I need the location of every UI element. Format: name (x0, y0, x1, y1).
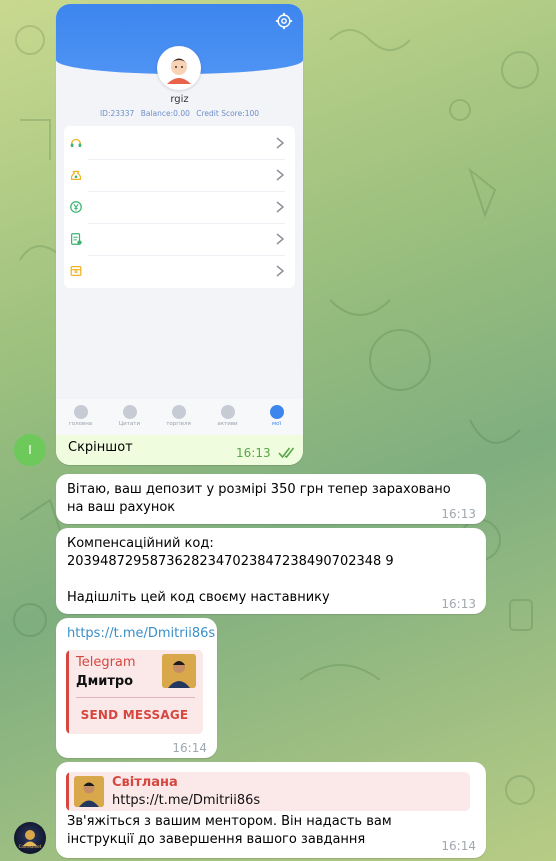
message-text-line: Надішліть цей код своєму наставнику (67, 590, 330, 605)
compensation-code[interactable]: 20394872958736282347023847238490702348 9 (67, 553, 394, 571)
quote-accent-bar (66, 772, 69, 811)
screenshot-caption: Скріншот (68, 440, 133, 455)
home-icon (73, 405, 88, 419)
headset-icon (70, 138, 82, 147)
yuan-coin-icon (70, 201, 82, 213)
tab-mine[interactable]: мої (252, 399, 301, 435)
message-time: 16:14 (441, 839, 476, 853)
quote-thumbnail (74, 776, 104, 807)
profile-balance: Balance:0.00 (140, 109, 190, 118)
chevron-right-icon (276, 201, 285, 213)
preview-thumbnail (162, 654, 196, 688)
chevron-right-icon (276, 233, 285, 245)
user-avatar-icon (159, 48, 199, 88)
link-preview[interactable]: Telegram Дмитро SEND MESSAGE (66, 650, 203, 734)
profile-avatar (157, 46, 201, 90)
preview-title: Дмитро (76, 674, 134, 689)
profile-username: rgiz (170, 94, 189, 105)
tab-assets[interactable]: активи (203, 399, 252, 435)
incoming-message[interactable]: https://t.me/Dmitrii86s Telegram Дмитро … (56, 618, 217, 758)
message-time: 16:14 (172, 741, 207, 755)
incoming-message[interactable]: Вітаю, ваш депозит у розмірі 350 грн теп… (56, 474, 486, 524)
tab-trade[interactable]: торгівля (154, 399, 203, 435)
menu-item-withdraw[interactable] (64, 192, 295, 224)
send-message-button[interactable]: SEND MESSAGE (66, 706, 203, 724)
screenshot-message[interactable]: rgiz ID:23337 Balance:0.00 Credit Score:… (56, 4, 303, 465)
chevron-right-icon (276, 169, 285, 181)
message-time: 16:13 (441, 507, 476, 521)
trade-icon (171, 405, 186, 419)
chevron-right-icon (276, 137, 285, 149)
person-photo-icon (162, 654, 196, 688)
moneybag-icon (70, 170, 82, 180)
reply-quote[interactable]: Світлана https://t.me/Dmitrii86s (66, 772, 470, 811)
settings-gear-icon[interactable] (275, 12, 293, 30)
box-icon (70, 266, 82, 276)
message-text: Зв'яжіться з вашим ментором. Він надасть… (67, 814, 392, 847)
tab-home[interactable]: головна (56, 399, 105, 435)
quotes-icon (122, 405, 137, 419)
sender-avatar[interactable]: I (14, 434, 46, 466)
person-photo-icon (74, 776, 104, 807)
menu-item-support[interactable] (64, 128, 295, 160)
chevron-right-icon (276, 265, 285, 277)
message-text: Вітаю, ваш депозит у розмірі 350 грн теп… (67, 482, 451, 515)
menu-item-records[interactable] (64, 224, 295, 256)
document-icon (71, 233, 82, 245)
profile-id: ID:23337 (99, 109, 135, 118)
quote-text: https://t.me/Dmitrii86s (112, 793, 261, 808)
menu-item-finance[interactable] (64, 160, 295, 192)
sender-avatar[interactable]: CoinMarket (14, 822, 46, 854)
menu-item-orders[interactable] (64, 256, 295, 288)
user-icon (269, 405, 284, 419)
preview-divider (76, 697, 195, 698)
wallet-icon (220, 405, 235, 419)
incoming-message[interactable]: Компенсаційний код: 20394872958736282347… (56, 528, 486, 614)
message-time: 16:13 (236, 446, 271, 460)
message-time: 16:13 (441, 597, 476, 611)
message-link[interactable]: https://t.me/Dmitrii86s (67, 625, 215, 643)
tab-quotes[interactable]: Цитати (105, 399, 154, 435)
screenshot-image[interactable]: rgiz ID:23337 Balance:0.00 Credit Score:… (56, 4, 303, 435)
quote-author: Світлана (112, 775, 178, 790)
incoming-message[interactable]: Світлана https://t.me/Dmitrii86s Зв'яжіт… (56, 762, 486, 858)
read-checkmarks-icon (278, 447, 295, 459)
profile-menu (64, 126, 295, 288)
coin-market-logo-icon (23, 830, 37, 846)
preview-site-name: Telegram (76, 655, 136, 670)
message-text-line: Компенсаційний код: (67, 536, 214, 551)
bottom-tab-bar: головна Цитати торгівля активи мої (56, 399, 303, 435)
profile-credit-score: Credit Score:100 (196, 109, 260, 118)
bot-avatar-label: CoinMarket (18, 844, 42, 849)
profile-stats: ID:23337 Balance:0.00 Credit Score:100 (56, 109, 303, 118)
